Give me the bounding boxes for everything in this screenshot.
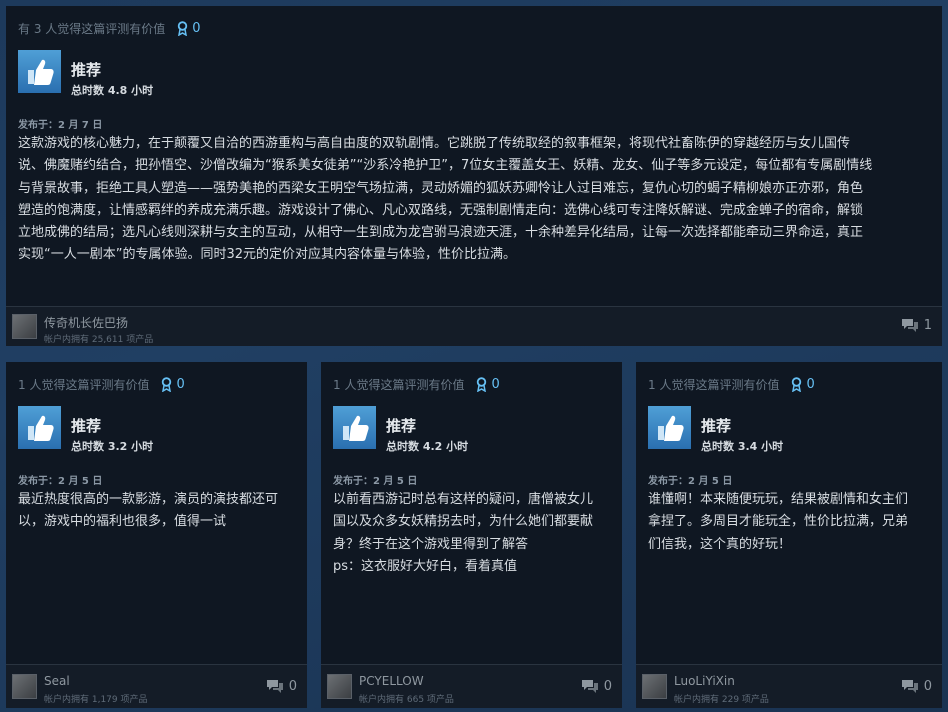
divider [636,664,942,665]
comment-count: 1 [923,317,932,333]
review-verdict: 推荐 [386,417,417,435]
review-footer: 传奇机长佐巴扬 帐户内拥有 25,611 项产品 1 [6,306,942,346]
recommended-thumb[interactable] [648,406,691,449]
avatar[interactable] [327,674,352,699]
award-count: 0 [491,377,500,392]
review-line: 国以及众多女妖精拐去时，为什么她们都要献 [333,514,594,530]
review-line: ps：这衣服好大好白，看着真值 [333,558,518,574]
divider [321,664,622,665]
review-card: 1 人觉得这篇评测有价值 0 推荐 总时数 3.2 小时 发布于：2 月 5 日… [6,362,307,708]
posted-date: 发布于：2 月 5 日 [18,476,103,487]
award-ribbon-icon [178,21,188,36]
thumbs-up-icon [27,415,54,441]
helpful-count: 1 人觉得这篇评测有价值 0 [648,376,815,393]
award-ribbon-icon [162,377,172,392]
comment-bubble-icon [901,319,918,332]
award-button[interactable]: 0 [177,21,201,36]
comment-bubble-icon [581,680,598,693]
thumbs-up-icon [657,415,684,441]
award-count: 0 [806,377,815,392]
playtime-hours: 总时数 4.8 小时 [71,84,154,97]
helpful-text: 1 人觉得这篇评测有价值 [18,378,150,392]
review-line: 以，游戏中的福利也很多，值得一试 [18,514,227,530]
review-verdict: 推荐 [701,417,732,435]
posted-date: 发布于：2 月 5 日 [333,476,418,487]
award-count: 0 [192,21,201,36]
playtime-hours: 总时数 3.4 小时 [701,440,784,453]
award-button[interactable]: 0 [161,377,185,392]
helpful-text: 1 人觉得这篇评测有价值 [648,378,780,392]
reviewer-name[interactable]: PCYELLOW [359,674,424,688]
award-count: 0 [176,377,185,392]
playtime-hours: 总时数 3.2 小时 [71,440,154,453]
helpful-text: 有 3 人觉得这篇评测有价值 [18,22,166,36]
award-ribbon-icon [477,377,487,392]
products-owned: 帐户内拥有 25,611 项产品 [44,335,154,345]
recommended-thumb[interactable] [333,406,376,449]
review-body: 最近热度很高的一款影游，演员的演技都还可 以，游戏中的福利也很多，值得一试 [18,489,278,534]
review-line: 与背景故事，拒绝工具人塑造——强势美艳的西梁女王明空气场拉满，灵动娇媚的狐妖苏卿… [18,180,864,196]
divider [6,664,307,665]
helpful-count: 有 3 人觉得这篇评测有价值 0 [18,20,201,37]
review-line: 立地成佛的结局；选凡心线则深耕与女主的互动，从相守一生到成为龙宫驸马浪迹天涯，十… [18,225,864,241]
comment-count: 0 [603,678,612,694]
review-card: 有 3 人觉得这篇评测有价值 0 推荐 总时数 4.8 小时 发布于：2 月 7… [6,6,942,346]
posted-date: 发布于：2 月 5 日 [648,476,733,487]
review-body: 以前看西游记时总有这样的疑问，唐僧被女儿 国以及众多女妖精拐去时，为什么她们都要… [333,489,593,578]
review-line: 拿捏了。多周目才能玩全，性价比拉满，兄弟 [648,514,909,530]
comment-bubble-icon [901,680,918,693]
thumbs-up-icon [342,415,369,441]
award-button[interactable]: 0 [476,377,500,392]
comments-button[interactable]: 0 [581,678,612,694]
playtime-hours: 总时数 4.2 小时 [386,440,469,453]
products-owned: 帐户内拥有 1,179 项产品 [44,695,148,705]
avatar[interactable] [642,674,667,699]
review-body: 谁懂啊！本来随便玩玩，结果被剧情和女主们 拿捏了。多周目才能玩全，性价比拉满，兄… [648,489,908,556]
review-line: 谁懂啊！本来随便玩玩，结果被剧情和女主们 [648,492,909,507]
helpful-text: 1 人觉得这篇评测有价值 [333,378,465,392]
review-body: 这款游戏的核心魅力，在于颠覆又自洽的西游重构与高自由度的双轨剧情。它跳脱了传统取… [18,133,872,267]
review-line: 实现“一人一剧本”的专属体验。同时32元的定价对应其内容体量与体验，性价比拉满。 [18,247,517,263]
comment-count: 0 [923,678,932,694]
review-line: 身？终于在这个游戏里得到了解答 [333,536,529,552]
review-line: 塑造的饱满度，让情感羁绊的养成充满乐趣。游戏设计了佛心、凡心双路线，无强制剧情走… [18,202,864,218]
review-line: 以前看西游记时总有这样的疑问，唐僧被女儿 [333,492,594,507]
thumbs-up-icon [27,59,54,85]
reviewer-name[interactable]: LuoLiYiXin [674,674,735,688]
comments-button[interactable]: 0 [266,678,297,694]
review-card: 1 人觉得这篇评测有价值 0 推荐 总时数 4.2 小时 发布于：2 月 5 日… [321,362,622,708]
reviewer-name[interactable]: 传奇机长佐巴扬 [44,314,128,331]
avatar[interactable] [12,674,37,699]
products-owned: 帐户内拥有 665 项产品 [359,695,454,705]
review-line: 这款游戏的核心魅力，在于颠覆又自洽的西游重构与高自由度的双轨剧情。它跳脱了传统取… [18,136,851,151]
award-ribbon-icon [792,377,802,392]
recommended-thumb[interactable] [18,50,61,93]
divider [6,306,942,307]
review-verdict: 推荐 [71,61,102,79]
recommended-thumb[interactable] [18,406,61,449]
comments-button[interactable]: 0 [901,678,932,694]
review-card: 1 人觉得这篇评测有价值 0 推荐 总时数 3.4 小时 发布于：2 月 5 日… [636,362,942,708]
award-button[interactable]: 0 [791,377,815,392]
comments-button[interactable]: 1 [901,317,932,333]
review-line: 们信我，这个真的好玩！ [648,536,792,552]
review-footer: LuoLiYiXin 帐户内拥有 229 项产品 0 [636,664,942,708]
helpful-count: 1 人觉得这篇评测有价值 0 [333,376,500,393]
helpful-count: 1 人觉得这篇评测有价值 0 [18,376,185,393]
review-line: 最近热度很高的一款影游，演员的演技都还可 [18,492,279,507]
reviewer-name[interactable]: Seal [44,674,70,688]
avatar[interactable] [12,314,37,339]
review-line: 说、佛魔赌约结合，把孙悟空、沙僧改编为“猴系美女徒弟”“沙系冷艳护卫”，7位女主… [18,158,873,174]
comment-count: 0 [288,678,297,694]
review-footer: Seal 帐户内拥有 1,179 项产品 0 [6,664,307,708]
review-verdict: 推荐 [71,417,102,435]
products-owned: 帐户内拥有 229 项产品 [674,695,769,705]
comment-bubble-icon [266,680,283,693]
posted-date: 发布于：2 月 7 日 [18,120,103,131]
review-footer: PCYELLOW 帐户内拥有 665 项产品 0 [321,664,622,708]
